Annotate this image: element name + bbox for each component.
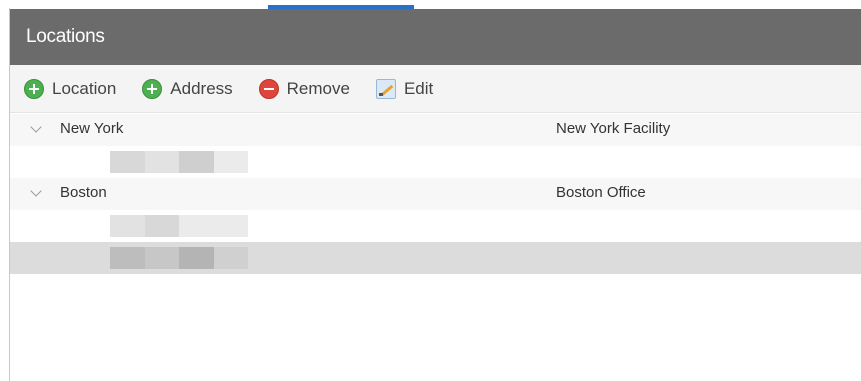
panel-header: Locations xyxy=(10,9,861,65)
edit-button[interactable]: Edit xyxy=(375,78,434,99)
remove-label: Remove xyxy=(286,78,350,98)
add-location-label: Location xyxy=(52,78,117,98)
redacted-address xyxy=(110,151,248,173)
locations-tree: New York New York Facility Boston Boston… xyxy=(10,114,861,274)
remove-icon xyxy=(258,78,279,99)
chevron-down-icon[interactable] xyxy=(30,187,42,199)
locations-panel: Locations Location Address Remove Edit N… xyxy=(0,0,861,381)
add-address-button[interactable]: Address xyxy=(142,78,233,99)
add-address-label: Address xyxy=(170,78,233,98)
tree-group-boston[interactable]: Boston Boston Office xyxy=(10,178,861,210)
toolbar: Location Address Remove Edit xyxy=(10,65,861,113)
group-description: New York Facility xyxy=(556,120,671,137)
edit-icon xyxy=(375,78,396,99)
group-description: Boston Office xyxy=(556,184,646,201)
add-icon xyxy=(142,78,163,99)
tree-row-selected[interactable] xyxy=(10,242,861,274)
tree-row[interactable] xyxy=(10,210,861,242)
remove-button[interactable]: Remove xyxy=(258,78,350,99)
edit-label: Edit xyxy=(403,78,434,98)
redacted-address xyxy=(110,247,248,269)
redacted-address xyxy=(110,215,248,237)
tree-group-new-york[interactable]: New York New York Facility xyxy=(10,114,861,146)
add-location-button[interactable]: Location xyxy=(24,78,117,99)
group-name: New York xyxy=(60,120,124,137)
add-icon xyxy=(24,78,44,99)
chevron-down-icon[interactable] xyxy=(30,123,42,135)
group-name: Boston xyxy=(60,184,107,201)
panel-title: Locations xyxy=(26,26,105,47)
tree-row[interactable] xyxy=(10,146,861,178)
